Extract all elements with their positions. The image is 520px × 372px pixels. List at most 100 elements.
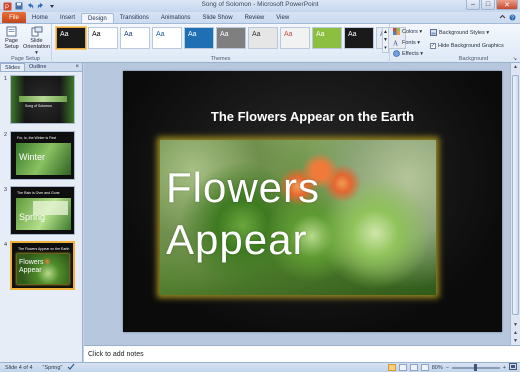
zoom-slider-knob[interactable] [473,363,477,371]
themes-gallery: AaAaAaAaAaAaAaAaAaAaAa [56,27,406,49]
save-icon[interactable] [14,2,23,11]
zoom-in-button[interactable]: + [503,365,506,371]
tab-transitions[interactable]: Transitions [114,13,155,23]
current-slide[interactable]: The Flowers Appear on the Earth Flowers … [123,71,502,332]
zoom-level[interactable]: 80% [432,365,443,371]
theme-thumbnail[interactable]: Aa [344,27,374,49]
fonts-button[interactable]: A Fonts ▾ [393,38,423,47]
previous-slide-icon[interactable]: ▲ [511,329,520,337]
chevron-up-icon[interactable]: ▲ [383,28,388,36]
page-setup-button[interactable]: Page Setup [3,26,20,50]
background-dialog-launcher-icon[interactable]: ↘ [513,56,517,62]
slide-text-line-1[interactable]: Flowers [166,164,320,212]
view-and-zoom-controls: 80% – + [387,363,520,372]
theme-thumbnail[interactable]: Aa [120,27,150,49]
panel-tabs: Slides Outline × [0,63,82,72]
slide-orientation-button[interactable]: Slide Orientation ▾ [23,26,50,56]
slide-sorter-icon[interactable] [398,364,407,371]
theme-options: Colors ▾ A Fonts ▾ Effects ▾ [393,27,423,58]
tab-insert[interactable]: Insert [54,13,81,23]
themes-scroll: ▲ ▼ ▾ [382,27,389,53]
theme-label: Aa [188,31,197,38]
close-panel-icon[interactable]: × [75,63,82,71]
slide-thumbnail-1[interactable]: 1 Song of Solomon [4,75,75,124]
slide-text-line-2[interactable]: Appear [166,216,307,264]
normal-view-icon[interactable] [387,364,396,371]
slide-show-icon[interactable] [420,364,429,371]
close-button[interactable]: ✕ [496,0,518,10]
ribbon-design: Page Setup Slide Orientation ▾ Page Setu… [0,23,520,63]
help-icon[interactable]: ? [509,14,516,23]
status-bar: Slide 4 of 4 "Spring" 80% – + [0,362,520,372]
background-options: Background Styles ▾ ✓ Hide Background Gr… [430,28,504,50]
theme-name[interactable]: "Spring" [38,365,68,371]
next-slide-icon[interactable]: ▼ [511,337,520,345]
tab-review[interactable]: Review [239,13,271,23]
effects-button[interactable]: Effects ▾ [393,49,423,58]
notes-pane[interactable]: Click to add notes [84,345,520,362]
background-styles-icon [430,29,437,36]
fit-to-window-icon[interactable] [509,363,517,372]
checkbox-icon: ✓ [430,42,436,49]
ribbon-tabs: File Home Insert Design Transitions Anim… [0,12,520,23]
scroll-down-icon[interactable]: ▼ [511,321,520,329]
window-controls: – □ ✕ [466,0,518,10]
svg-text:?: ? [511,15,514,21]
theme-label: Aa [92,31,101,38]
theme-label: Aa [124,31,133,38]
tab-slide-show[interactable]: Slide Show [197,13,239,23]
theme-thumbnail[interactable]: Aa [152,27,182,49]
zoom-slider[interactable] [451,363,500,371]
customize-icon[interactable] [47,2,56,11]
thumbnail-big-text: Flowers Appear [19,259,44,274]
page-setup-icon [6,26,16,37]
maximize-button[interactable]: □ [481,0,495,10]
flower-photo[interactable]: Flowers Appear [160,140,436,295]
zoom-out-button[interactable]: – [446,365,449,371]
slide-title[interactable]: The Flowers Appear on the Earth [123,109,502,124]
theme-thumbnail[interactable]: Aa [88,27,118,49]
scrollbar-thumb[interactable] [512,75,519,315]
group-label-page-setup: Page Setup [11,56,40,62]
theme-thumbnail[interactable]: Aa [184,27,214,49]
slide-thumbnail-2[interactable]: 2 For, lo, the Winter is Past Winter [4,131,75,180]
hide-background-graphics-checkbox[interactable]: ✓ Hide Background Graphics [430,41,504,50]
effects-icon [393,50,400,57]
title-bar: P Song of Solomon - Microsoft PowerPoint… [0,0,520,12]
tab-view[interactable]: View [270,13,295,23]
gallery-more-icon[interactable]: ▾ [383,44,388,52]
thumbnail-big-text: Winter [19,152,46,162]
tab-animations[interactable]: Animations [155,13,197,23]
minimize-ribbon-icon[interactable] [499,14,506,22]
tab-design[interactable]: Design [81,13,114,23]
background-styles-button[interactable]: Background Styles ▾ [430,28,504,37]
quick-access-toolbar: P [0,0,56,12]
fonts-icon: A [393,40,398,47]
reading-view-icon[interactable] [409,364,418,371]
theme-thumbnail[interactable]: Aa [280,27,310,49]
slide-thumbnail-3[interactable]: 3 The Rain is Over and Gone Spring [4,186,75,235]
theme-thumbnail[interactable]: Aa [56,27,86,49]
slide-thumbnail-4[interactable]: 4 The Flowers Appear on the Earth Flower… [4,241,75,290]
tab-file[interactable]: File [2,12,26,23]
redo-icon[interactable] [36,2,45,11]
theme-thumbnail[interactable]: Aa [312,27,342,49]
thumbnail-image: The Rain is Over and Gone Spring [10,186,75,235]
orientation-icon [31,26,42,37]
group-label-themes: Themes [210,56,231,62]
spellcheck-icon[interactable] [67,363,75,372]
minimize-button[interactable]: – [466,0,480,10]
thumbnail-title: The Flowers Appear on the Earth [18,247,70,251]
undo-icon[interactable] [25,2,34,11]
theme-thumbnail[interactable]: Aa [216,27,246,49]
theme-thumbnail[interactable]: Aa [248,27,278,49]
ribbon-controls: ? [499,13,520,23]
tab-slides[interactable]: Slides [0,63,25,71]
chevron-down-icon[interactable]: ▼ [383,36,388,44]
tab-home[interactable]: Home [26,13,54,23]
app-icon[interactable]: P [3,2,12,11]
vertical-scrollbar[interactable]: ▲ ▼ ▲ ▼ [510,63,520,345]
colors-button[interactable]: Colors ▾ [393,27,423,36]
tab-outline[interactable]: Outline [25,63,50,71]
scroll-up-icon[interactable]: ▲ [511,63,520,71]
